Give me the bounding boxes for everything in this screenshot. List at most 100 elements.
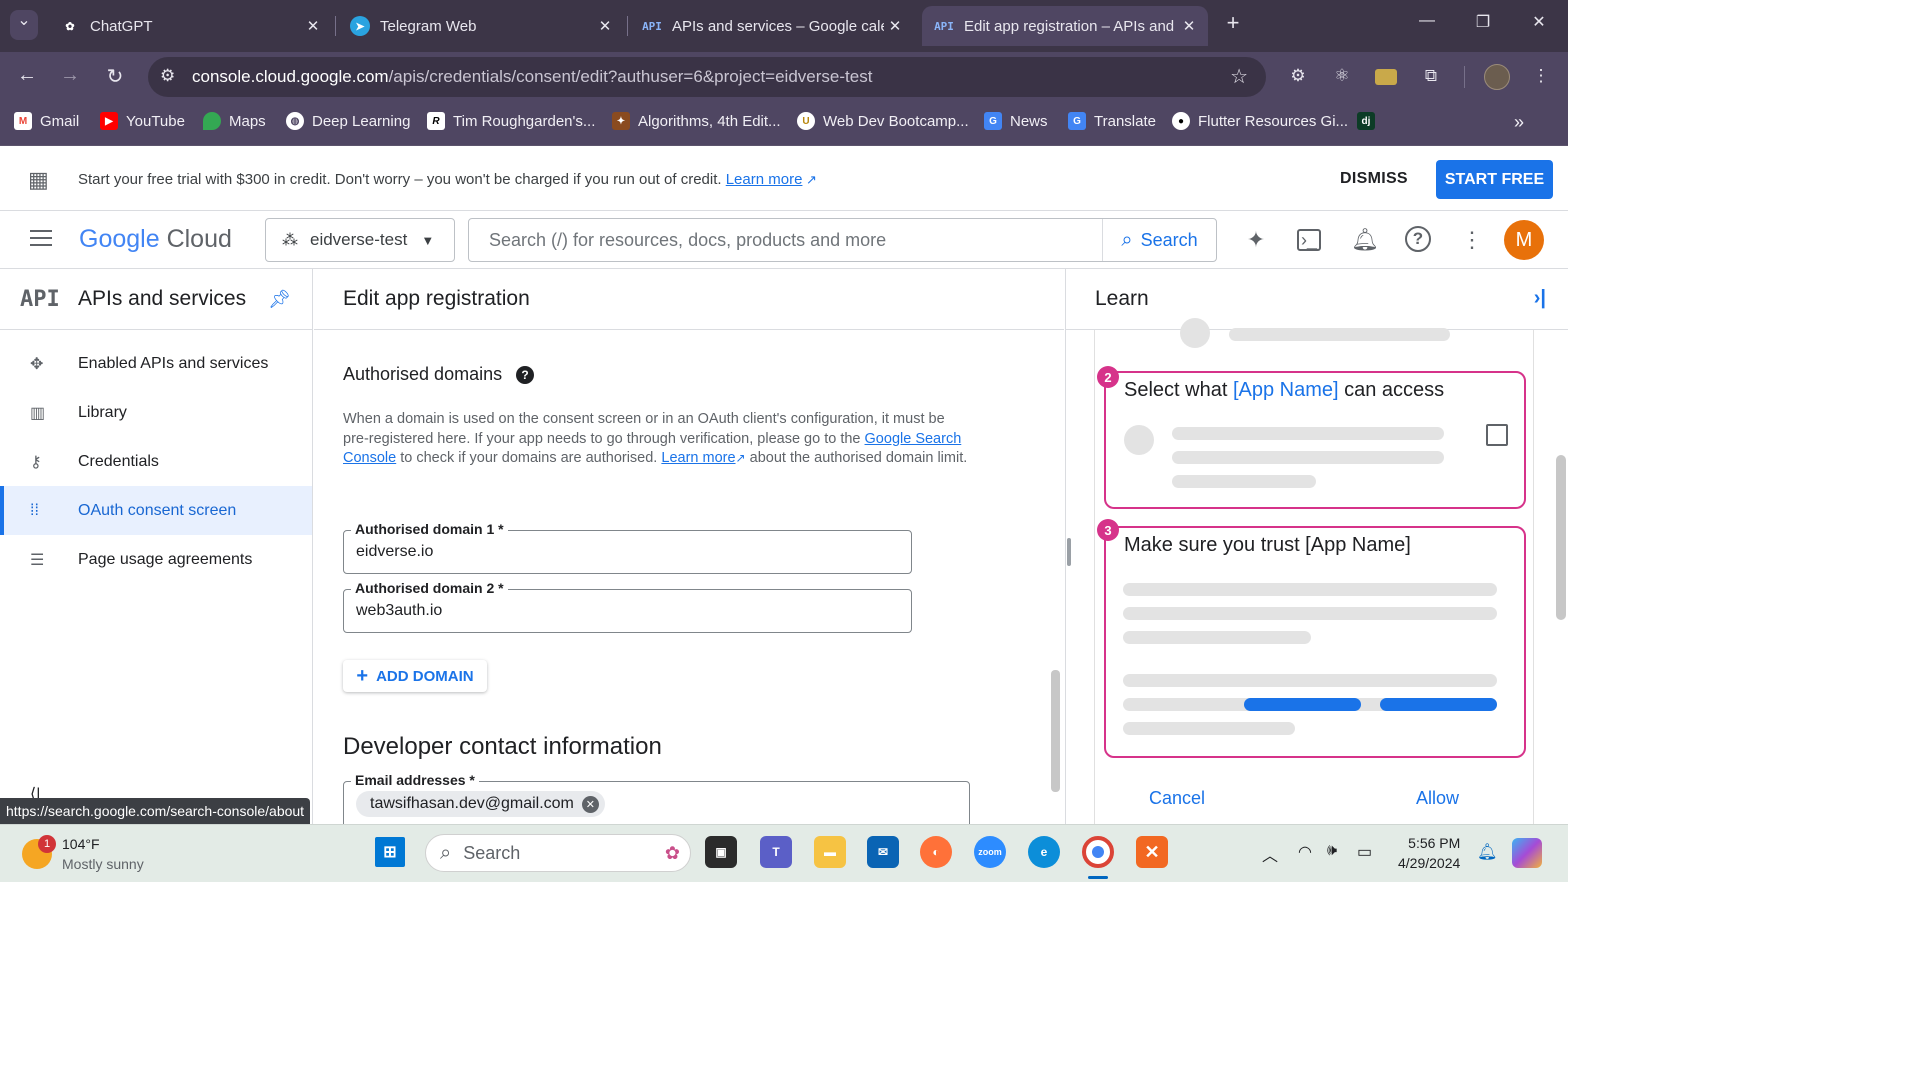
- chip-remove-icon[interactable]: ✕: [581, 795, 599, 813]
- tab-edit-app-registration[interactable]: API Edit app registration – APIs and ✕: [922, 6, 1208, 46]
- help-icon[interactable]: ?: [1405, 226, 1431, 252]
- weather-widget[interactable]: 1 104°F Mostly sunny: [22, 834, 144, 874]
- sidebar-item-oauth-consent-screen[interactable]: ⁞⁞ OAuth consent screen: [0, 486, 312, 535]
- extensions-puzzle-icon[interactable]: ⧉: [1420, 66, 1442, 88]
- bookmark-translate[interactable]: G Translate: [1068, 112, 1156, 130]
- notifications-bell-icon[interactable]: 🔔︎: [1351, 226, 1379, 254]
- url-text[interactable]: console.cloud.google.com/apis/credential…: [192, 67, 872, 87]
- pin-icon[interactable]: 📌︎: [268, 289, 291, 310]
- field-value[interactable]: eidverse.io: [356, 543, 433, 561]
- bookmark-news[interactable]: G News: [984, 112, 1048, 130]
- extension-react-icon[interactable]: ⚛: [1331, 66, 1353, 88]
- authorised-domains-description: When a domain is used on the consent scr…: [343, 410, 968, 469]
- restore-icon[interactable]: ❐: [1468, 12, 1498, 32]
- bookmark-star-icon[interactable]: ☆: [1230, 64, 1248, 89]
- new-tab-plus-icon[interactable]: +: [1218, 10, 1248, 36]
- gemini-sparkle-icon[interactable]: ✦: [1242, 226, 1270, 254]
- bookmark-web-dev-bootcamp[interactable]: U Web Dev Bootcamp...: [797, 112, 969, 130]
- close-icon[interactable]: ✕: [594, 17, 616, 35]
- tray-chevron-icon[interactable]: ︿: [1262, 842, 1278, 866]
- copilot-icon[interactable]: [1512, 838, 1542, 868]
- windows-start-icon[interactable]: ⊞: [375, 837, 405, 867]
- section-title: Authorised domains: [343, 364, 503, 384]
- system-clock[interactable]: 5:56 PM 4/29/2024: [1398, 833, 1460, 873]
- edge-icon[interactable]: e: [1028, 836, 1060, 868]
- close-icon[interactable]: ✕: [1178, 17, 1200, 35]
- bookmark-tim-roughgarden[interactable]: R Tim Roughgarden's...: [427, 112, 595, 130]
- field-value[interactable]: web3auth.io: [356, 602, 442, 620]
- more-bookmarks-chevron-icon[interactable]: »: [1514, 112, 1524, 133]
- sidebar-item-library[interactable]: ▥ Library: [0, 388, 312, 437]
- bookmark-algorithms[interactable]: ✦ Algorithms, 4th Edit...: [612, 112, 781, 130]
- tab-chatgpt[interactable]: ✿ ChatGPT ✕: [48, 6, 332, 46]
- cloud-shell-icon[interactable]: ›_: [1297, 229, 1321, 251]
- hamburger-menu-icon[interactable]: [30, 230, 52, 248]
- extension-gear-icon[interactable]: ⚙: [1287, 66, 1309, 88]
- settings-list-icon: ☰: [30, 551, 45, 569]
- learn-more-link[interactable]: Learn more: [726, 171, 803, 188]
- back-arrow-icon[interactable]: ←: [14, 64, 40, 87]
- search-button[interactable]: ⌕ Search: [1102, 219, 1216, 261]
- extension-image-icon[interactable]: [1375, 69, 1397, 85]
- zoom-icon[interactable]: zoom: [974, 836, 1006, 868]
- omnibox[interactable]: ⚙ console.cloud.google.com/apis/credenti…: [148, 57, 1266, 97]
- window-close-icon[interactable]: ✕: [1524, 12, 1554, 32]
- learn-title: Learn: [1095, 287, 1149, 310]
- bookmark-django[interactable]: dj: [1357, 112, 1383, 130]
- wifi-icon[interactable]: ◠: [1298, 842, 1312, 862]
- console-search[interactable]: Search (/) for resources, docs, products…: [468, 218, 1217, 262]
- account-avatar[interactable]: M: [1504, 220, 1544, 260]
- close-icon[interactable]: ✕: [884, 17, 906, 35]
- close-icon[interactable]: ✕: [302, 17, 324, 35]
- search-input[interactable]: Search (/) for resources, docs, products…: [469, 230, 1102, 251]
- collapse-panel-icon[interactable]: ›|: [1534, 287, 1546, 310]
- battery-icon[interactable]: ▭: [1357, 842, 1372, 862]
- chrome-icon[interactable]: [1082, 836, 1114, 868]
- page-title: Edit app registration: [314, 269, 1064, 330]
- field-label: Authorised domain 1 *: [351, 521, 508, 537]
- notification-bell-icon[interactable]: 🔔︎: [1477, 842, 1497, 862]
- file-explorer-icon[interactable]: ▬: [814, 836, 846, 868]
- task-view-icon[interactable]: ▣: [705, 836, 737, 868]
- sun-icon: 1: [22, 835, 56, 869]
- forward-arrow-icon[interactable]: →: [57, 64, 83, 87]
- learn-more-link[interactable]: Learn more: [661, 450, 735, 466]
- authorised-domain-1-field[interactable]: Authorised domain 1 * eidverse.io: [343, 521, 912, 574]
- reload-icon[interactable]: ↻: [102, 64, 128, 89]
- tab-telegram[interactable]: ➤ Telegram Web ✕: [338, 6, 624, 46]
- more-options-icon[interactable]: ⋮: [1458, 226, 1486, 254]
- learn-panel-scrollbar[interactable]: [1556, 455, 1566, 620]
- bookmark-youtube[interactable]: ▶ YouTube: [100, 112, 185, 130]
- email-chip[interactable]: tawsifhasan.dev@gmail.com ✕: [356, 791, 605, 817]
- taskbar-search[interactable]: ⌕ Search ✿: [425, 834, 691, 872]
- authorised-domain-2-field[interactable]: Authorised domain 2 * web3auth.io: [343, 580, 912, 633]
- xampp-icon[interactable]: ✕: [1136, 836, 1168, 868]
- teams-icon[interactable]: T: [760, 836, 792, 868]
- sidebar-item-credentials[interactable]: ⚷ Credentials: [0, 437, 312, 486]
- google-cloud-logo[interactable]: Google Cloud: [79, 225, 232, 254]
- add-domain-button[interactable]: + ADD DOMAIN: [343, 660, 487, 692]
- dismiss-button[interactable]: DISMISS: [1340, 170, 1408, 188]
- profile-avatar[interactable]: [1484, 64, 1510, 90]
- logo-google-text: Google: [79, 225, 160, 253]
- browser-menu-icon[interactable]: ⋮: [1530, 66, 1552, 88]
- sidebar-item-enabled-apis[interactable]: ✥ Enabled APIs and services: [0, 339, 312, 388]
- volume-icon[interactable]: 🕪︎: [1327, 842, 1337, 860]
- tab-search-chevron-icon[interactable]: ⌄: [10, 10, 38, 40]
- bookmark-deep-learning[interactable]: ◍ Deep Learning: [286, 112, 410, 130]
- firefox-icon[interactable]: ◐: [920, 836, 952, 868]
- bookmark-maps[interactable]: Maps: [203, 112, 266, 130]
- help-icon[interactable]: ?: [516, 365, 535, 384]
- mail-icon[interactable]: ✉: [867, 836, 899, 868]
- tab-apis-services[interactable]: API APIs and services – Google cale ✕: [630, 6, 914, 46]
- minimize-icon[interactable]: —: [1412, 12, 1442, 30]
- start-free-button[interactable]: START FREE: [1436, 160, 1553, 199]
- site-info-icon[interactable]: ⚙: [160, 66, 175, 86]
- bookmark-flutter-resources[interactable]: ● Flutter Resources Gi...: [1172, 112, 1348, 130]
- bookmark-label: Deep Learning: [312, 112, 411, 130]
- sidebar-item-page-usage-agreements[interactable]: ☰ Page usage agreements: [0, 535, 312, 584]
- project-picker[interactable]: ⁂ eidverse-test ▼: [265, 218, 455, 262]
- main-scrollbar[interactable]: [1051, 670, 1060, 792]
- field-label: Authorised domain 2 *: [351, 580, 508, 596]
- bookmark-gmail[interactable]: M Gmail: [14, 112, 79, 130]
